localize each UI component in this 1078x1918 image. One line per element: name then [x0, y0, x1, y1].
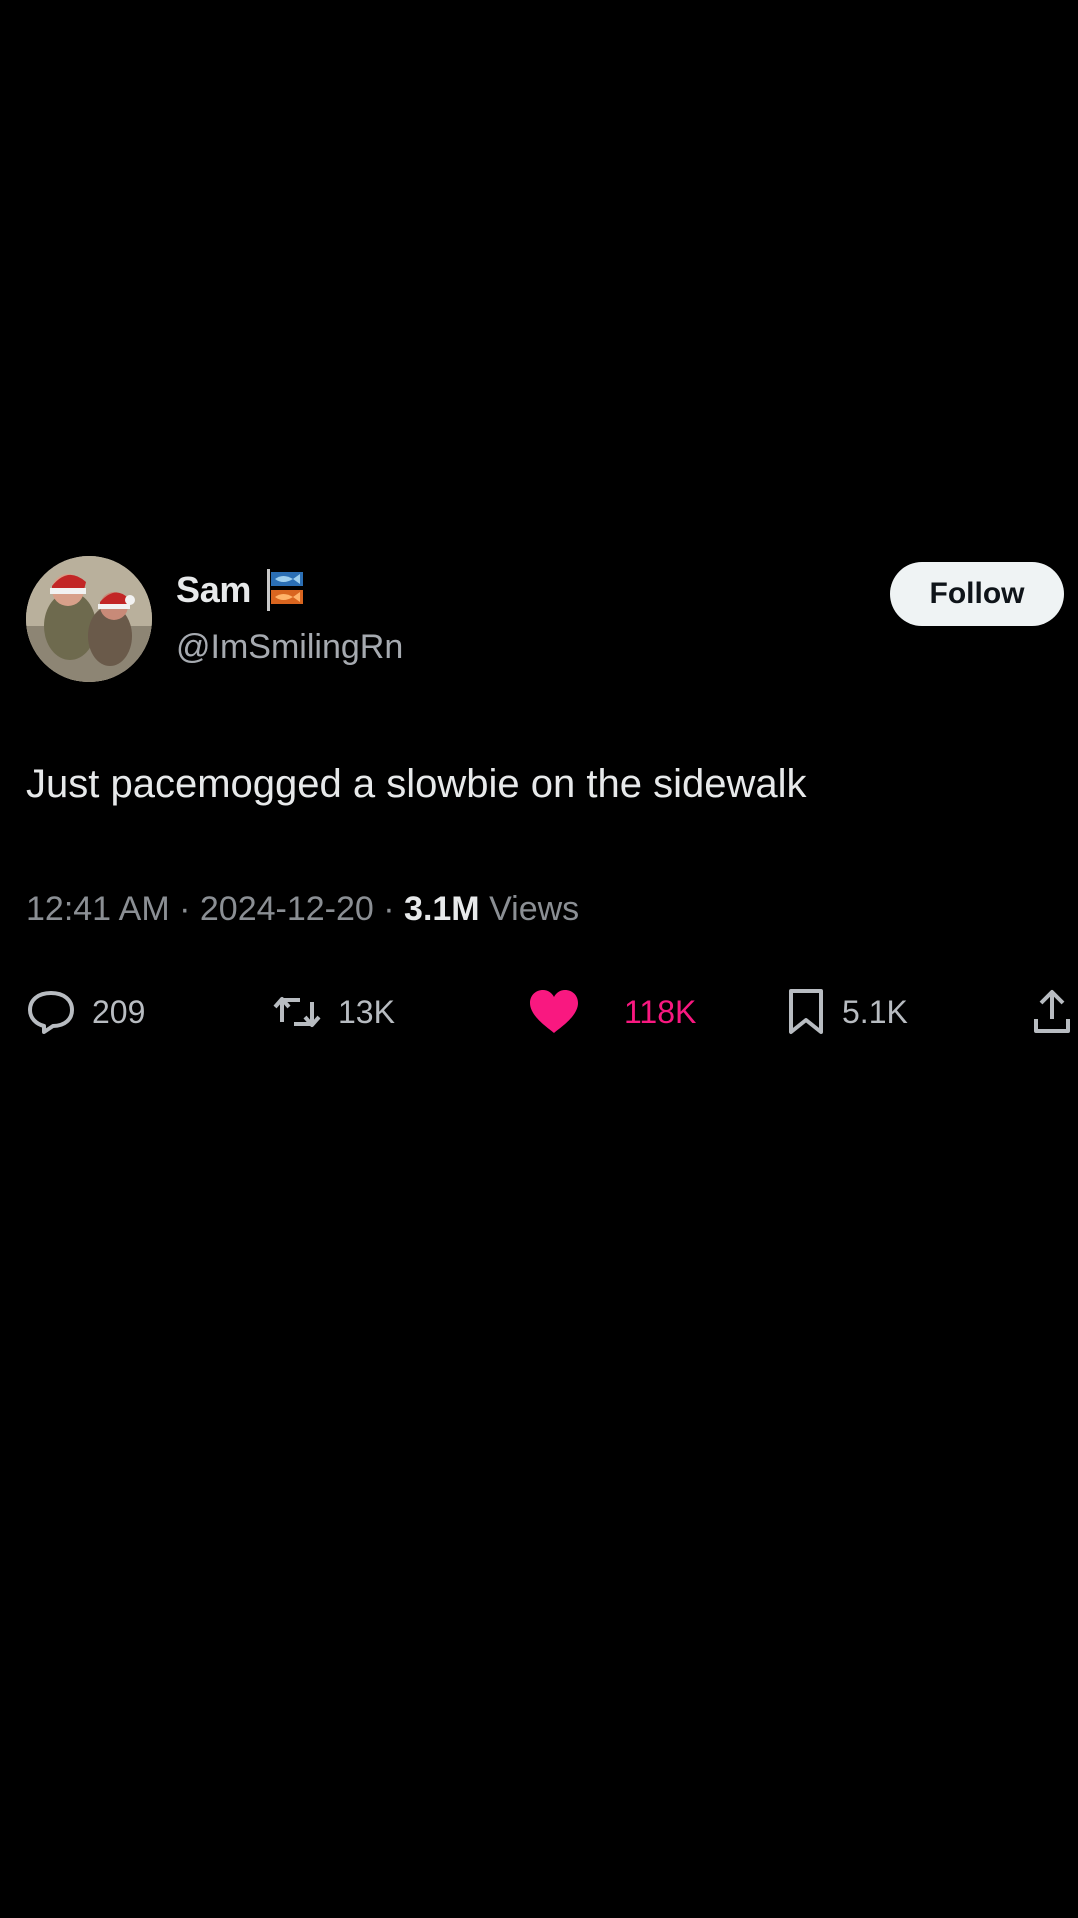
avatar-photo-icon [26, 556, 152, 682]
heart-icon [530, 990, 578, 1033]
repost-icon [273, 997, 321, 1027]
fish-flag-icon [265, 569, 305, 611]
bookmark-count: 5.1K [842, 993, 908, 1030]
follow-button[interactable]: Follow [890, 562, 1064, 626]
bookmark-icon [789, 989, 823, 1034]
tweet-date[interactable]: 2024-12-20 [200, 890, 374, 928]
like-count: 118K [624, 993, 697, 1030]
author-handle[interactable]: @ImSmilingRn [176, 628, 403, 667]
repost-button[interactable]: 13K [272, 984, 395, 1040]
repost-count: 13K [338, 993, 395, 1030]
meta-separator: · [383, 890, 405, 928]
display-name[interactable]: Sam [176, 569, 251, 611]
views-count: 3.1M [404, 890, 480, 928]
bookmark-button[interactable]: 5.1K [786, 984, 908, 1040]
reply-count: 209 [92, 993, 146, 1030]
tweet-actions: 209 13K 118K 5.1K [0, 984, 1078, 1040]
share-button[interactable] [1032, 984, 1072, 1040]
tweet-meta: 12:41 AM · 2024-12-20 · 3.1M Views [26, 890, 579, 929]
author-name-row: Sam [176, 568, 305, 612]
page: Sam @ImSmilingRn Follow Just pacemogged … [0, 0, 1078, 1918]
reply-button[interactable]: 209 [26, 984, 145, 1040]
like-button[interactable]: 118K [528, 984, 696, 1040]
share-icon [1034, 990, 1070, 1033]
meta-separator: · [179, 890, 200, 928]
reply-icon [28, 991, 74, 1034]
avatar[interactable] [26, 556, 152, 682]
tweet-time[interactable]: 12:41 AM [26, 890, 170, 928]
tweet-text: Just pacemogged a slowbie on the sidewal… [26, 762, 807, 806]
views-label: Views [489, 890, 580, 928]
